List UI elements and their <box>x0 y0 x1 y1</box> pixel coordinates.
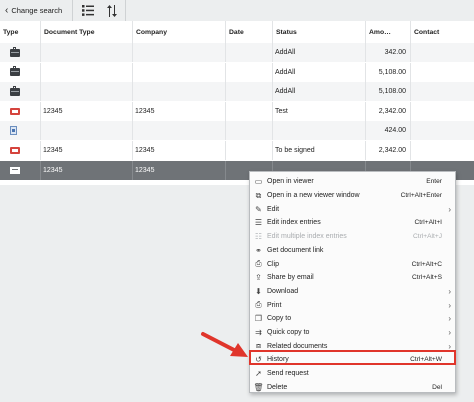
annotation-arrow <box>201 332 248 357</box>
